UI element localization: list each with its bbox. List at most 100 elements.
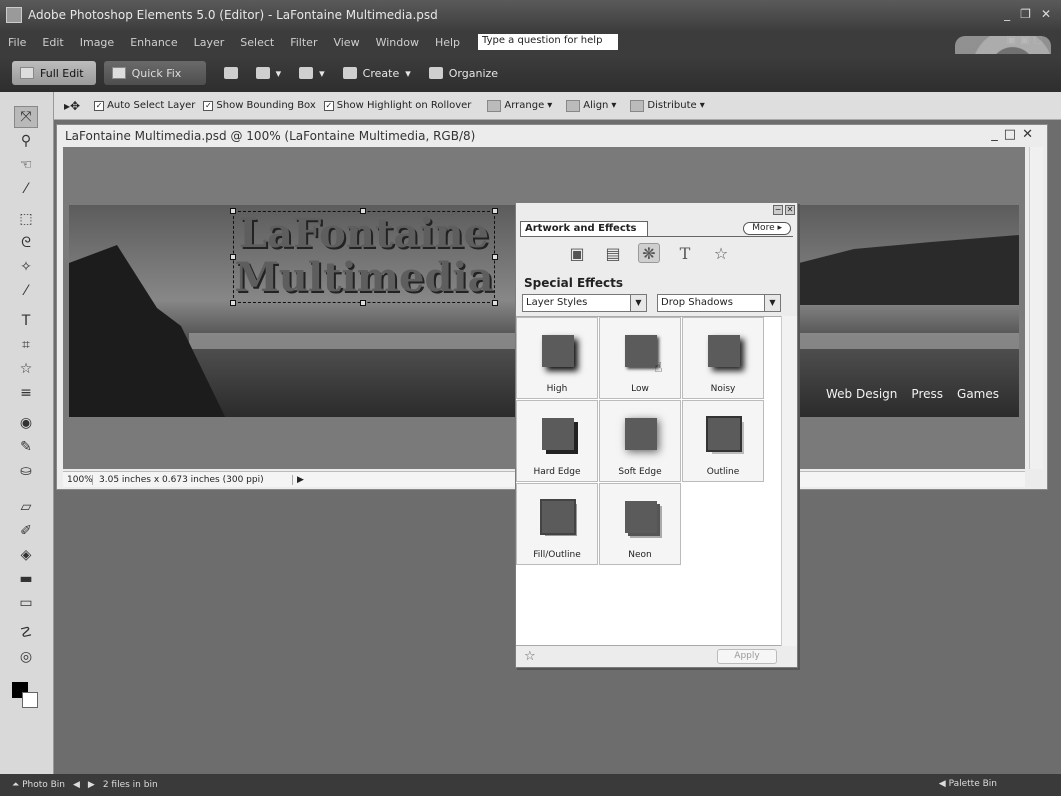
- style-fill-outline[interactable]: Fill/Outline: [516, 483, 598, 565]
- apply-button[interactable]: Apply: [717, 649, 777, 664]
- banner-title-text-layer[interactable]: LaFontaine Multimedia: [230, 208, 498, 306]
- align-button[interactable]: Align ▾: [566, 99, 616, 112]
- style-soft-edge[interactable]: Soft Edge: [599, 400, 681, 482]
- transform-handle[interactable]: [360, 300, 366, 306]
- style-label: Noisy: [710, 384, 736, 394]
- menu-window[interactable]: Window: [376, 36, 419, 49]
- eyedropper-tool-icon[interactable]: ⁄: [14, 178, 38, 200]
- marquee-tool-icon[interactable]: ⬚: [14, 208, 38, 230]
- palette-collapse-icon[interactable]: −: [773, 205, 783, 215]
- show-highlight-checkbox[interactable]: ✓ Show Highlight on Rollover: [323, 100, 471, 111]
- tab-full-edit[interactable]: Full Edit: [12, 61, 96, 85]
- eraser-tool-icon[interactable]: ▱: [14, 496, 38, 518]
- arrange-button[interactable]: Arrange ▾: [487, 99, 552, 112]
- crop-tool-icon[interactable]: ⌗: [14, 334, 38, 356]
- transform-handle[interactable]: [360, 208, 366, 214]
- special-effects-icon[interactable]: ❋: [638, 243, 660, 263]
- healing-brush-tool-icon[interactable]: ✎: [14, 436, 38, 458]
- restore-icon[interactable]: ❐: [1020, 7, 1031, 21]
- menu-enhance[interactable]: Enhance: [130, 36, 177, 49]
- share-button[interactable]: ▾: [255, 67, 281, 80]
- paint-bucket-tool-icon[interactable]: ◈: [14, 544, 38, 566]
- transform-handle[interactable]: [492, 208, 498, 214]
- red-eye-tool-icon[interactable]: ◉: [14, 412, 38, 434]
- effect-type-dropdown[interactable]: Layer Styles ▼: [522, 294, 647, 312]
- minimize-icon[interactable]: _: [1004, 7, 1010, 21]
- menu-edit[interactable]: Edit: [42, 36, 63, 49]
- menu-file[interactable]: File: [8, 36, 26, 49]
- palette-bin-toggle[interactable]: ◀ Palette Bin: [939, 779, 997, 789]
- menu-select[interactable]: Select: [240, 36, 274, 49]
- status-menu-arrow-icon[interactable]: ▶: [293, 475, 308, 485]
- checkbox-icon: ✓: [203, 100, 214, 111]
- zoom-tool-icon[interactable]: ⚲: [14, 130, 38, 152]
- style-neon[interactable]: Neon: [599, 483, 681, 565]
- brush-tool-icon[interactable]: ✐: [14, 520, 38, 542]
- transform-handle[interactable]: [492, 254, 498, 260]
- prev-icon[interactable]: ◀: [73, 780, 80, 790]
- menu-filter[interactable]: Filter: [290, 36, 317, 49]
- straighten-tool-icon[interactable]: ≡: [14, 382, 38, 404]
- doc-close-icon[interactable]: ✕: [1022, 127, 1039, 142]
- document-scrollbar[interactable]: [1029, 147, 1043, 469]
- doc-maximize-icon[interactable]: □: [1004, 127, 1022, 142]
- print-button[interactable]: [223, 67, 238, 79]
- type-tool-icon[interactable]: T: [14, 310, 38, 332]
- frames-icon[interactable]: ▤: [602, 243, 624, 263]
- background-color-swatch[interactable]: [22, 692, 38, 708]
- transform-handle[interactable]: [230, 208, 236, 214]
- menu-help[interactable]: Help: [435, 36, 460, 49]
- move-tool-icon[interactable]: ⤧: [14, 106, 38, 128]
- menu-view[interactable]: View: [333, 36, 359, 49]
- effect-category-dropdown[interactable]: Drop Shadows ▼: [657, 294, 781, 312]
- magic-wand-tool-icon[interactable]: ✧: [14, 256, 38, 278]
- selection-brush-tool-icon[interactable]: ⁄: [14, 280, 38, 302]
- help-search-input[interactable]: Type a question for help: [478, 34, 619, 50]
- text-effects-icon[interactable]: T: [674, 243, 696, 263]
- close-icon[interactable]: ✕: [1041, 7, 1051, 21]
- effect-type-value: Layer Styles: [526, 297, 588, 308]
- more-label: More: [752, 223, 775, 233]
- full-edit-icon: [20, 67, 34, 79]
- style-outline[interactable]: Outline: [682, 400, 764, 482]
- show-bounding-box-checkbox[interactable]: ✓ Show Bounding Box: [203, 100, 316, 111]
- favorites-star-icon[interactable]: ☆: [710, 243, 732, 263]
- organize-button[interactable]: Organize: [428, 67, 498, 80]
- menu-layer[interactable]: Layer: [194, 36, 225, 49]
- palette-controls: − ✕: [773, 205, 795, 215]
- palette-close-icon[interactable]: ✕: [785, 205, 795, 215]
- hand-tool-icon[interactable]: ☜: [14, 154, 38, 176]
- style-noisy[interactable]: Noisy: [682, 317, 764, 399]
- style-hard-edge[interactable]: Hard Edge: [516, 400, 598, 482]
- style-high[interactable]: High: [516, 317, 598, 399]
- add-favorite-star-icon[interactable]: ☆: [524, 649, 536, 664]
- options-bar: ▸✥ ✓ Auto Select Layer ✓ Show Bounding Box…: [54, 92, 1061, 120]
- transform-handle[interactable]: [230, 300, 236, 306]
- backgrounds-icon[interactable]: ▣: [566, 243, 588, 263]
- gradient-tool-icon[interactable]: ▬: [14, 568, 38, 590]
- menu-image[interactable]: Image: [80, 36, 114, 49]
- sponge-tool-icon[interactable]: ◎: [14, 646, 38, 668]
- create-button[interactable]: Create ▾: [342, 67, 411, 80]
- transform-handle[interactable]: [230, 254, 236, 260]
- lasso-tool-icon[interactable]: ᘓ: [14, 232, 38, 254]
- order-prints-button[interactable]: ▾: [299, 67, 325, 80]
- blur-tool-icon[interactable]: ☡: [14, 622, 38, 644]
- zoom-level[interactable]: 100%: [63, 474, 93, 485]
- clone-stamp-tool-icon[interactable]: ⛀: [14, 460, 38, 482]
- shape-tool-icon[interactable]: ▭: [14, 592, 38, 614]
- palette-tab[interactable]: Artwork and Effects: [520, 221, 648, 237]
- tab-quick-fix[interactable]: Quick Fix: [103, 61, 206, 85]
- cookie-cutter-tool-icon[interactable]: ☆: [14, 358, 38, 380]
- transform-handle[interactable]: [492, 300, 498, 306]
- next-icon[interactable]: ▶: [88, 780, 95, 790]
- distribute-button[interactable]: Distribute ▾: [630, 99, 705, 112]
- style-low[interactable]: Low ☝: [599, 317, 681, 399]
- chevron-down-icon: ▼: [630, 295, 646, 311]
- checkbox-icon: ✓: [323, 100, 334, 111]
- palette-scrollbar[interactable]: [781, 316, 797, 646]
- doc-minimize-icon[interactable]: _: [991, 127, 1004, 142]
- more-button[interactable]: More ▸: [743, 222, 791, 235]
- auto-select-layer-checkbox[interactable]: ✓ Auto Select Layer: [94, 100, 195, 111]
- photo-bin-toggle[interactable]: ⏶ Photo Bin: [12, 780, 65, 790]
